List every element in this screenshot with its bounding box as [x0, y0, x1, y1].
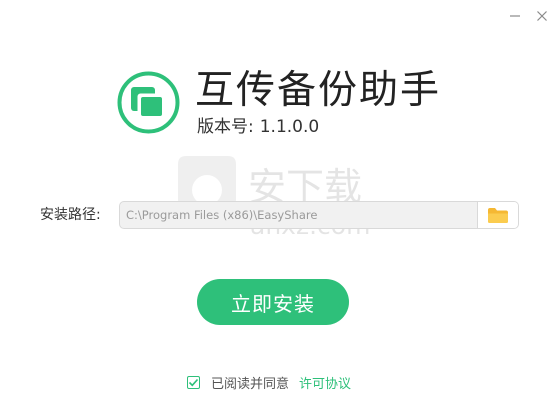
app-logo-icon — [117, 71, 180, 134]
minimize-icon — [510, 15, 520, 17]
agree-text: 已阅读并同意 — [211, 376, 290, 392]
agreement-row: 已阅读并同意 许可协议 — [187, 373, 351, 392]
version-value: 1.1.0.0 — [259, 117, 320, 137]
checkmark-icon — [188, 378, 199, 386]
agree-checkbox[interactable] — [187, 375, 200, 389]
install-path-label: 安装路径: — [40, 207, 101, 223]
close-button[interactable] — [530, 4, 554, 28]
install-path-field — [119, 201, 519, 229]
install-path-input[interactable] — [120, 202, 477, 228]
license-agreement-link[interactable]: 许可协议 — [299, 373, 351, 392]
watermark-shield-icon: 安下载 anxz.com — [178, 156, 370, 240]
folder-icon — [488, 207, 508, 223]
installer-window: 互传备份助手 版本号:1.1.0.0 安下载 anxz.com 安装路径: 立即… — [0, 0, 560, 400]
close-icon — [537, 11, 547, 21]
minimize-button[interactable] — [503, 4, 527, 28]
version-label: 版本号: — [197, 117, 254, 137]
watermark: 安下载 anxz.com — [170, 150, 400, 250]
version-info: 版本号: 1.1.0.0 — [197, 116, 319, 138]
browse-folder-button[interactable] — [477, 202, 518, 228]
app-title: 互传备份助手 — [195, 68, 442, 113]
install-now-button[interactable]: 立即安装 — [197, 279, 349, 325]
